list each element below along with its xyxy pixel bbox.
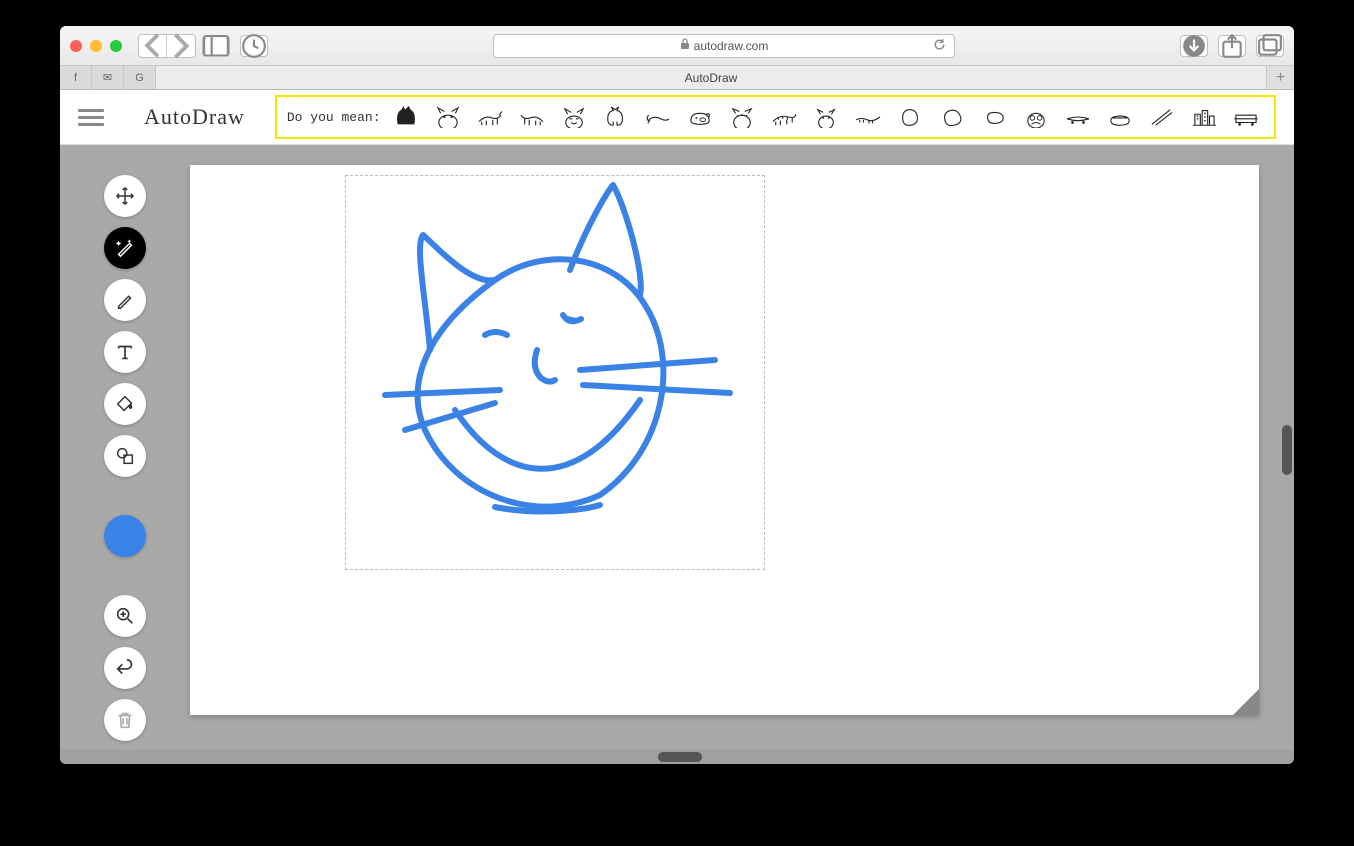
browser-tab[interactable]: AutoDraw xyxy=(156,66,1266,89)
tool-move[interactable] xyxy=(104,175,146,217)
reload-button[interactable] xyxy=(933,38,946,54)
forward-button[interactable] xyxy=(167,35,195,57)
suggestion-sushi[interactable] xyxy=(1105,102,1135,132)
tabs-button[interactable] xyxy=(1256,35,1284,57)
suggestion-monster-face[interactable] xyxy=(1021,102,1051,132)
tool-fill[interactable] xyxy=(104,383,146,425)
suggestion-building[interactable] xyxy=(1189,102,1219,132)
suggestion-potato-2[interactable] xyxy=(937,102,967,132)
tool-zoom[interactable] xyxy=(104,595,146,637)
browser-window: autodraw.com f ✉ G AutoDraw + Aut xyxy=(60,26,1294,764)
fav-2-mail-icon[interactable]: ✉ xyxy=(92,66,124,89)
suggestion-mouse[interactable] xyxy=(643,102,673,132)
tool-draw[interactable] xyxy=(104,279,146,321)
zoom-window-button[interactable] xyxy=(110,40,122,52)
back-button[interactable] xyxy=(139,35,167,57)
fav-3[interactable]: G xyxy=(124,66,156,89)
suggestion-lizard[interactable] xyxy=(853,102,883,132)
tool-autodraw[interactable] xyxy=(104,227,146,269)
suggestion-cat-sitting[interactable] xyxy=(601,102,631,132)
suggestion-skateboard[interactable] xyxy=(1063,102,1093,132)
share-button[interactable] xyxy=(1218,35,1246,57)
tab-title: AutoDraw xyxy=(685,71,738,85)
suggestion-cat-walking-1[interactable] xyxy=(475,102,505,132)
canvas-area xyxy=(190,145,1294,764)
hamburger-menu-icon[interactable] xyxy=(78,109,104,126)
browser-tabbar: f ✉ G AutoDraw + xyxy=(60,66,1294,90)
suggestion-train-car[interactable] xyxy=(1231,102,1261,132)
canvas[interactable] xyxy=(190,165,1259,715)
suggestion-list xyxy=(391,102,1261,132)
window-controls xyxy=(70,40,122,52)
fav-1[interactable]: f xyxy=(60,66,92,89)
sidebar-button[interactable] xyxy=(202,35,230,57)
suggestion-cat-face-1[interactable] xyxy=(433,102,463,132)
tool-undo[interactable] xyxy=(104,647,146,689)
minimize-window-button[interactable] xyxy=(90,40,102,52)
nav-buttons xyxy=(138,34,196,58)
tool-shape[interactable] xyxy=(104,435,146,477)
lock-icon xyxy=(680,38,690,53)
workspace xyxy=(60,145,1294,764)
tool-delete[interactable] xyxy=(104,699,146,741)
address-bar[interactable]: autodraw.com xyxy=(493,34,956,58)
browser-titlebar: autodraw.com xyxy=(60,26,1294,66)
toolbar xyxy=(60,145,190,764)
vertical-scrollbar[interactable] xyxy=(1280,425,1294,475)
suggestion-tiger-body[interactable] xyxy=(769,102,799,132)
new-tab-button[interactable]: + xyxy=(1266,66,1294,89)
suggestion-potato-3[interactable] xyxy=(979,102,1009,132)
history-button[interactable] xyxy=(240,35,268,57)
suggestion-tiger-head[interactable] xyxy=(811,102,841,132)
suggestion-tiger-face[interactable] xyxy=(727,102,757,132)
suggestion-pig[interactable] xyxy=(685,102,715,132)
app-header: AutoDraw Do you mean: xyxy=(60,90,1294,145)
horizontal-scrollbar[interactable] xyxy=(60,750,1294,764)
url-text: autodraw.com xyxy=(694,39,769,53)
autodraw-app: AutoDraw Do you mean: xyxy=(60,90,1294,764)
suggestion-bar: Do you mean: xyxy=(275,95,1276,139)
suggestion-cat-face-2[interactable] xyxy=(559,102,589,132)
app-logo: AutoDraw xyxy=(144,104,245,130)
tool-type[interactable] xyxy=(104,331,146,373)
suggestion-cat-walking-2[interactable] xyxy=(517,102,547,132)
suggestion-chopsticks[interactable] xyxy=(1147,102,1177,132)
tool-color[interactable] xyxy=(104,515,146,557)
suggestion-potato-1[interactable] xyxy=(895,102,925,132)
suggestion-label: Do you mean: xyxy=(287,110,381,125)
downloads-button[interactable] xyxy=(1180,35,1208,57)
close-window-button[interactable] xyxy=(70,40,82,52)
user-drawing xyxy=(345,175,765,570)
suggestion-cat-silhouette[interactable] xyxy=(391,102,421,132)
